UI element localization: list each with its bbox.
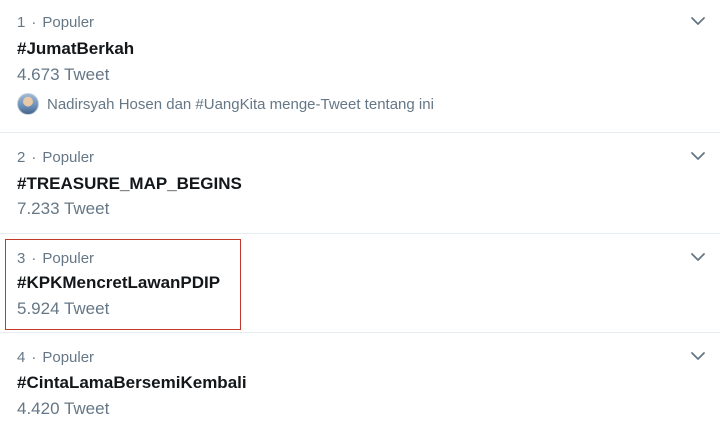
trend-item-2[interactable]: 2 · Populer #TREASURE_MAP_BEGINS 7.233 Twe… bbox=[0, 143, 720, 233]
meta-separator: · bbox=[31, 14, 37, 31]
trends-list: 1 · Populer #JumatBerkah 4.673 Tweet Nadir… bbox=[0, 0, 720, 431]
avatar bbox=[17, 93, 39, 115]
trend-meta: 2 · Populer bbox=[17, 149, 94, 167]
trend-category: Populer bbox=[42, 14, 95, 31]
trend-category: Populer bbox=[42, 250, 95, 267]
trend-category: Populer bbox=[42, 349, 95, 366]
trend-meta: 3 · Populer bbox=[17, 250, 94, 268]
meta-separator: · bbox=[31, 349, 37, 366]
trend-hashtag: #KPKMencretLawanPDIP bbox=[17, 273, 221, 292]
chevron-down-icon[interactable] bbox=[689, 147, 707, 165]
trend-tweet-count: 4.673 Tweet bbox=[17, 65, 110, 84]
divider bbox=[0, 132, 720, 133]
trend-meta: 1 · Populer bbox=[17, 14, 94, 32]
trend-context: Nadirsyah Hosen dan #UangKita menge-Twee… bbox=[17, 92, 434, 116]
trend-tweet-count: 4.420 Tweet bbox=[17, 399, 110, 418]
chevron-down-icon[interactable] bbox=[689, 12, 707, 30]
divider bbox=[0, 332, 720, 333]
trend-hashtag: #JumatBerkah bbox=[17, 39, 135, 58]
trend-hashtag: #TREASURE_MAP_BEGINS bbox=[17, 174, 242, 193]
meta-separator: · bbox=[31, 149, 37, 166]
chevron-down-icon[interactable] bbox=[689, 347, 707, 365]
trend-item-3[interactable]: 3 · Populer #KPKMencretLawanPDIP 5.924 Twe… bbox=[0, 244, 720, 332]
trend-tweet-count: 7.233 Tweet bbox=[17, 199, 110, 218]
trend-hashtag: #CintaLamaBersemiKembali bbox=[17, 373, 247, 392]
trend-item-4[interactable]: 4 · Populer #CintaLamaBersemiKembali 4.420… bbox=[0, 343, 720, 431]
divider bbox=[0, 233, 720, 234]
trend-context-text: Nadirsyah Hosen dan #UangKita menge-Twee… bbox=[47, 95, 434, 113]
trend-meta: 4 · Populer bbox=[17, 349, 94, 367]
trend-tweet-count: 5.924 Tweet bbox=[17, 299, 110, 318]
trend-item-1[interactable]: 1 · Populer #JumatBerkah 4.673 Tweet Nadir… bbox=[0, 0, 720, 132]
chevron-down-icon[interactable] bbox=[689, 248, 707, 266]
trend-category: Populer bbox=[42, 149, 95, 166]
meta-separator: · bbox=[31, 250, 37, 267]
